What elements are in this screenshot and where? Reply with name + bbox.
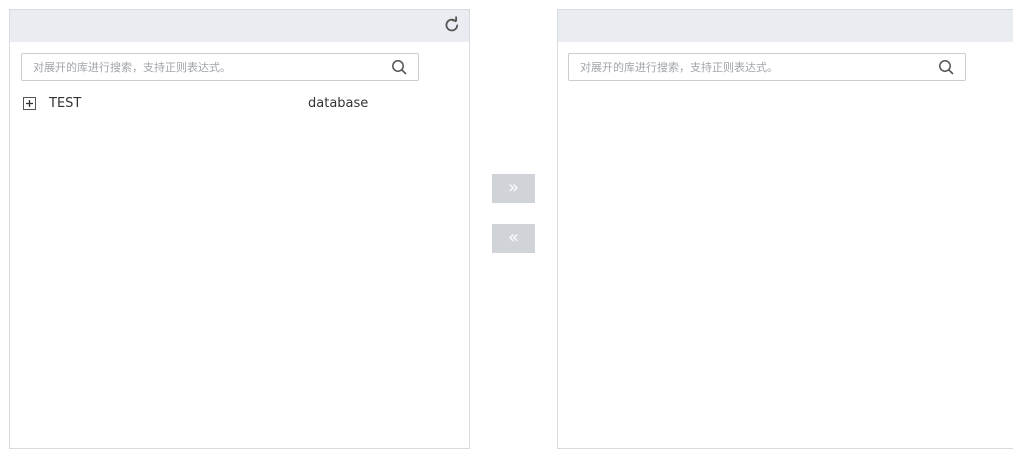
source-panel-header [10,10,469,42]
target-panel-header [558,10,1013,42]
source-search-box [21,53,419,81]
move-right-button[interactable]: » [492,174,535,203]
source-search-input[interactable] [22,54,418,80]
tree-item-type: database [308,96,369,111]
search-icon[interactable] [391,59,408,76]
refresh-icon[interactable] [443,16,461,34]
source-panel: TEST database [9,9,470,449]
search-icon[interactable] [938,59,955,76]
target-panel [557,9,1013,449]
target-search-input[interactable] [569,54,965,80]
tree-item-name[interactable]: TEST [49,95,81,113]
target-search-box [568,53,966,81]
plus-box-icon[interactable] [23,97,36,110]
move-left-button[interactable]: « [492,224,535,253]
tree-row-test[interactable]: TEST database [23,95,453,113]
